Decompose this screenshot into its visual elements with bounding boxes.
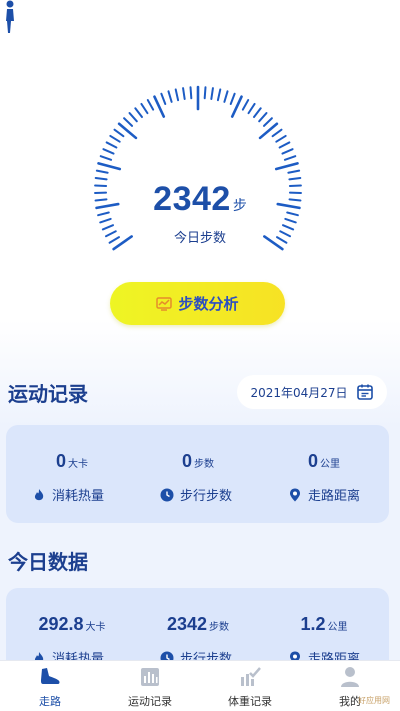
records-steps: 0 步数: [138, 451, 258, 472]
chart-monitor-icon: [156, 296, 173, 311]
gauge-tick: [223, 90, 229, 103]
records-title: 运动记录: [8, 382, 88, 406]
today-steps-label: 今日步数: [173, 231, 226, 246]
stat-value: 0: [181, 451, 192, 471]
gauge-tick: [241, 99, 250, 111]
gauge-tick: [160, 92, 167, 106]
tab-label: 走路: [39, 695, 61, 708]
gauge-tick: [189, 86, 193, 100]
gauge-tick: [229, 92, 236, 106]
gauge-ticks: [94, 85, 302, 251]
gauge-tick: [275, 134, 287, 143]
gauge-tick: [281, 148, 294, 155]
stat-value: 0: [307, 451, 318, 471]
stat-label-text: 消耗热量: [52, 489, 105, 504]
chart-check-icon: [241, 667, 261, 686]
step-gauge: 2342 步 今日步数: [0, 0, 400, 290]
gauge-tick: [271, 128, 283, 138]
stat-label-text: 走路距离: [308, 489, 361, 504]
gauge-tick: [274, 162, 299, 171]
location-pin-icon: [290, 488, 300, 501]
gauge-tick: [109, 134, 121, 143]
gauge-tick: [182, 87, 186, 100]
tab-label: 体重记录: [228, 695, 272, 708]
date-picker[interactable]: 2021年04月27日: [237, 375, 387, 409]
walking-person-icon: [6, 0, 14, 33]
records-distance-label: 走路距离: [288, 485, 360, 504]
stat-unit: 公里: [327, 622, 348, 633]
records-card: 0 大卡 0 步数 0 公里 消耗热量 步行步数 走路距离: [6, 425, 389, 523]
calendar-icon: [356, 384, 373, 400]
gauge-tick: [134, 107, 143, 119]
step-count-unit: 步: [232, 198, 247, 214]
gauge-tick: [99, 217, 112, 224]
tab-exercise-records[interactable]: 运动记录: [100, 663, 200, 711]
stat-unit: 步数: [194, 459, 214, 470]
clock-icon: [160, 488, 174, 501]
gauge-tick: [253, 107, 262, 119]
bottom-tab-bar: 走路 运动记录 体重记录 我的: [0, 660, 400, 711]
gauge-tick: [258, 112, 268, 123]
flame-icon: [34, 488, 44, 500]
today-distance: 1.2 公里: [264, 614, 384, 635]
tab-walk[interactable]: 走路: [0, 663, 100, 711]
gauge-tick: [174, 88, 180, 102]
gauge-tick: [99, 155, 113, 161]
stat-unit: 公里: [320, 459, 340, 470]
gauge-tick: [287, 169, 301, 174]
date-value: 2021年04月27日: [250, 385, 348, 400]
gauge-tick: [230, 95, 243, 118]
records-distance: 0 公里: [264, 451, 384, 472]
stat-unit: 步数: [209, 622, 230, 633]
records-steps-label: 步行步数: [160, 485, 232, 504]
gauge-tick: [140, 102, 149, 115]
gauge-tick: [102, 148, 115, 155]
tab-label: 运动记录: [128, 695, 172, 708]
records-calories: 0 大卡: [12, 451, 132, 472]
stat-value: 292.8: [38, 614, 84, 634]
gauge-tick: [216, 88, 222, 102]
today-calories: 292.8 大卡: [12, 614, 132, 635]
bar-chart-icon: [141, 668, 159, 686]
gauge-tick: [247, 102, 256, 115]
step-count-value: 2342: [153, 180, 231, 218]
gauge-tick: [105, 141, 118, 149]
gauge-tick: [284, 217, 297, 224]
stat-unit: 大卡: [85, 622, 106, 633]
user-icon: [341, 667, 359, 687]
gauge-tick: [113, 128, 125, 138]
stat-value: 2342: [166, 614, 208, 634]
stat-unit: 大卡: [68, 459, 88, 470]
gauge-tick: [128, 112, 138, 123]
stat-value: 0: [55, 451, 66, 471]
gauge-tick: [262, 117, 273, 127]
today-steps: 2342 步数: [138, 614, 258, 635]
step-count: 2342 步: [0, 180, 400, 219]
gauge-tick: [146, 99, 155, 111]
watermark: 好应用网: [358, 696, 390, 705]
gauge-tick: [278, 141, 291, 149]
gauge-tick: [153, 95, 166, 118]
step-analysis-button[interactable]: 步数分析: [110, 282, 285, 325]
stat-label-text: 步行步数: [180, 489, 233, 504]
gauge-tick: [95, 169, 109, 174]
shoe-icon: [41, 668, 60, 684]
gauge-tick: [203, 86, 207, 100]
step-analysis-label: 步数分析: [178, 295, 239, 313]
gauge-tick: [283, 155, 297, 161]
gauge-tick: [210, 87, 214, 100]
records-calories-label: 消耗热量: [32, 485, 104, 504]
gauge-tick: [97, 162, 122, 171]
tab-weight-records[interactable]: 体重记录: [200, 663, 300, 711]
today-title: 今日数据: [8, 550, 88, 574]
stat-value: 1.2: [300, 614, 326, 634]
gauge-tick: [123, 117, 134, 127]
gauge-tick: [167, 90, 173, 103]
